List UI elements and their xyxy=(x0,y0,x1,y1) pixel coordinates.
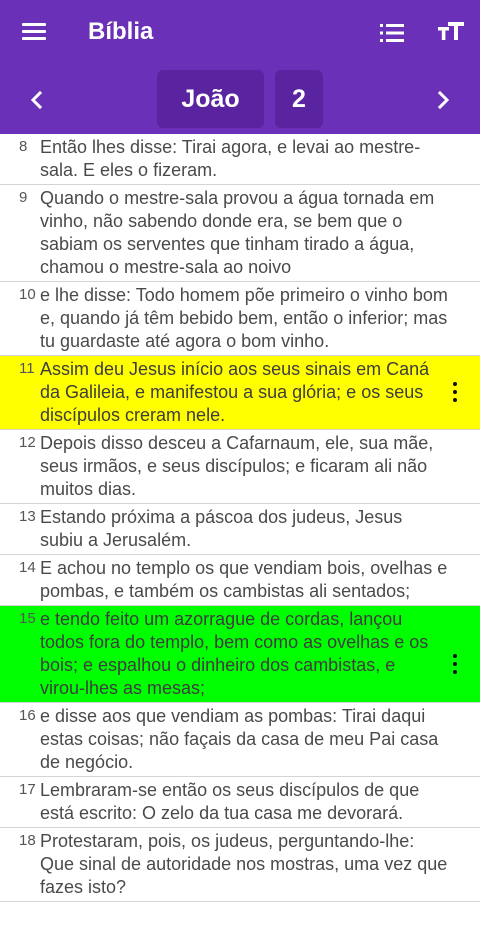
app-title: Bíblia xyxy=(88,18,154,45)
verse-number: 16 xyxy=(19,707,36,724)
chapter-selector[interactable]: 2 xyxy=(275,70,323,128)
text-size-icon[interactable] xyxy=(434,16,468,48)
app-bar: Bíblia xyxy=(0,0,480,66)
verse-text: Depois disso desceu a Cafarnaum, ele, su… xyxy=(40,433,434,499)
verse-text: Protestaram, pois, os judeus, perguntand… xyxy=(40,831,448,897)
more-vert-icon[interactable] xyxy=(450,380,460,404)
verse-text: e disse aos que vendiam as pombas: Tirai… xyxy=(40,706,439,772)
verse-row[interactable]: 18 Protestaram, pois, os judeus, pergunt… xyxy=(0,828,480,902)
verse-row[interactable]: 10 e lhe disse: Todo homem põe primeiro … xyxy=(0,282,480,356)
verse-row-highlighted-yellow[interactable]: 11 Assim deu Jesus início aos seus sinai… xyxy=(0,356,480,430)
verse-number: 10 xyxy=(19,286,36,303)
verse-text: e lhe disse: Todo homem põe primeiro o v… xyxy=(40,285,448,351)
verse-number: 15 xyxy=(19,610,36,627)
verse-row[interactable]: 8 Então lhes disse: Tirai agora, e levai… xyxy=(0,134,480,185)
verse-text: E achou no templo os que vendiam bois, o… xyxy=(40,558,448,601)
chapter-navigation: João 2 xyxy=(0,66,480,134)
verse-number: 13 xyxy=(19,508,36,525)
verse-row[interactable]: 14 E achou no templo os que vendiam bois… xyxy=(0,555,480,606)
menu-icon[interactable] xyxy=(18,20,52,46)
verse-row[interactable]: 9 Quando o mestre-sala provou a água tor… xyxy=(0,185,480,282)
verse-text: Quando o mestre-sala provou a água torna… xyxy=(40,188,435,277)
verse-text: e tendo feito um azorrague de cordas, la… xyxy=(40,609,429,698)
chevron-right-icon[interactable] xyxy=(426,83,460,117)
list-icon[interactable] xyxy=(376,17,408,49)
book-selector[interactable]: João xyxy=(157,70,264,128)
verse-row[interactable]: 17 Lembraram-se então os seus discípulos… xyxy=(0,777,480,828)
verse-row[interactable]: 13 Estando próxima a páscoa dos judeus, … xyxy=(0,504,480,555)
verse-number: 17 xyxy=(19,781,36,798)
verse-row-highlighted-green[interactable]: 15 e tendo feito um azorrague de cordas,… xyxy=(0,606,480,703)
verse-text: Estando próxima a páscoa dos judeus, Jes… xyxy=(40,507,403,550)
verse-text: Assim deu Jesus início aos seus sinais e… xyxy=(40,359,430,425)
verse-number: 18 xyxy=(19,832,36,849)
verse-number: 9 xyxy=(19,189,28,206)
verse-text: Então lhes disse: Tirai agora, e levai a… xyxy=(40,137,421,180)
more-vert-icon[interactable] xyxy=(450,652,460,676)
verse-number: 12 xyxy=(19,434,36,451)
verse-text: Lembraram-se então os seus discípulos de… xyxy=(40,780,420,823)
verse-row[interactable]: 12 Depois disso desceu a Cafarnaum, ele,… xyxy=(0,430,480,504)
verse-number: 8 xyxy=(19,138,28,155)
verse-number: 14 xyxy=(19,559,36,576)
verse-list: 8 Então lhes disse: Tirai agora, e levai… xyxy=(0,134,480,950)
verse-row[interactable]: 16 e disse aos que vendiam as pombas: Ti… xyxy=(0,703,480,777)
verse-number: 11 xyxy=(19,360,35,377)
chevron-left-icon[interactable] xyxy=(20,83,54,117)
